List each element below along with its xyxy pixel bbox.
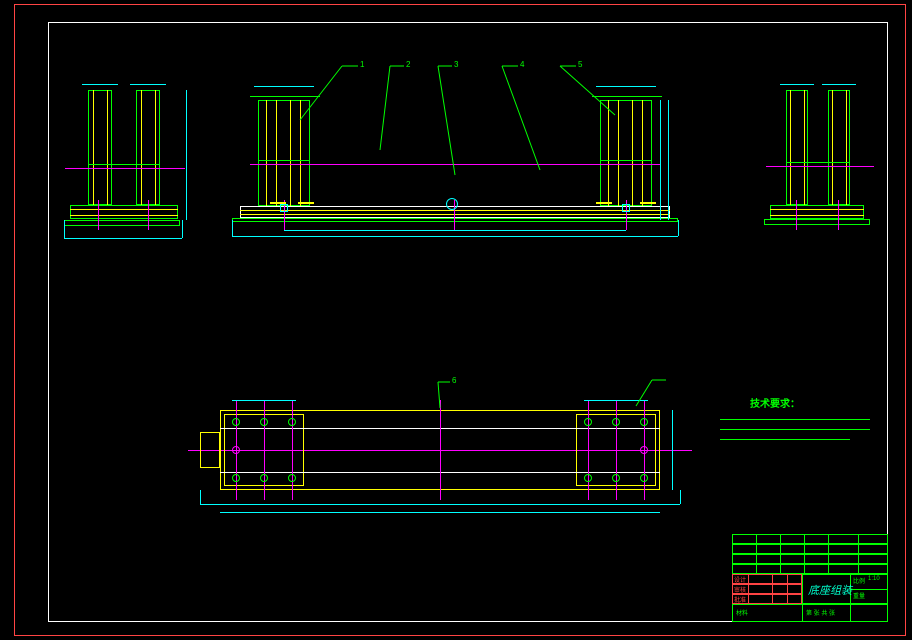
- callout-label: 6: [452, 376, 456, 385]
- callout-label: 1: [360, 60, 364, 69]
- tech-req-title: 技术要求：: [750, 395, 800, 410]
- tb-sheet-label: 第 张 共 张: [806, 608, 835, 617]
- callout-label: 4: [520, 60, 524, 69]
- cad-drawing-canvas: { "frame": { "outer": { "x": 14, "y": 4,…: [0, 0, 912, 640]
- view-side-right: [770, 90, 870, 240]
- tech-req-line: [720, 414, 870, 420]
- callout-label: 3: [454, 60, 458, 69]
- tb-mass-label: 重量: [853, 591, 865, 600]
- view-plan: [200, 400, 680, 520]
- callout-label: 2: [406, 60, 410, 69]
- tech-req-line: [720, 424, 870, 430]
- tb-design-label: 设计: [734, 575, 746, 584]
- tb-approve-label: 批准: [734, 595, 746, 604]
- tb-material-label: 材料: [736, 608, 748, 617]
- tech-req-line: [720, 434, 850, 440]
- view-side-left: [70, 90, 180, 240]
- tb-scale-value: 1:10: [868, 576, 880, 582]
- tb-check-label: 审核: [734, 585, 746, 594]
- title-block: 底座组装 设计 审核 批准 比例 1:10 重量 第 张 共 张 材料: [732, 534, 888, 622]
- callout-label: 5: [578, 60, 582, 69]
- tb-scale-label: 比例: [853, 576, 865, 585]
- drawing-title: 底座组装: [808, 582, 852, 598]
- view-front-elevation: [240, 80, 670, 240]
